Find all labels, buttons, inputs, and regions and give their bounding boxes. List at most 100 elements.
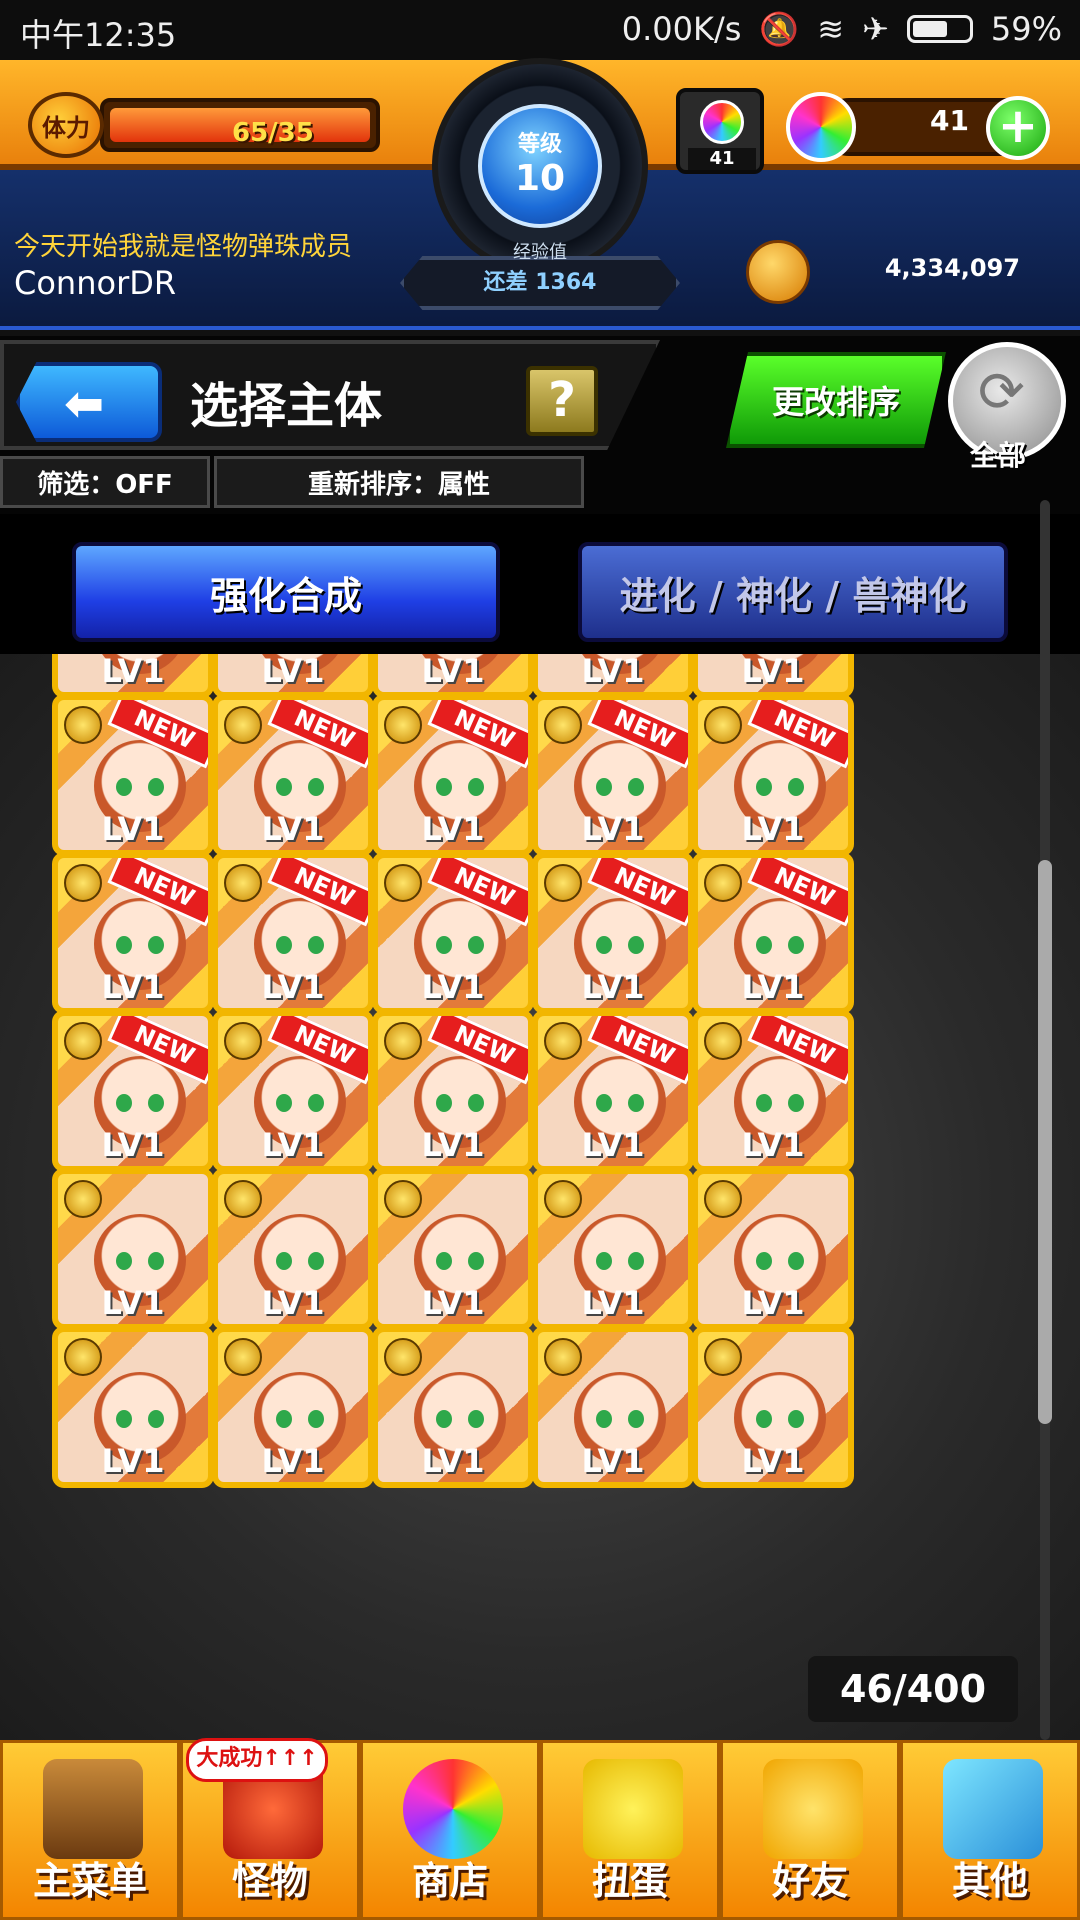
great-success-badge: 大成功↑↑↑ — [186, 1738, 328, 1782]
monster-card[interactable]: LV1 — [212, 1168, 374, 1330]
monster-card[interactable]: NEW LV1 — [532, 694, 694, 856]
nav-gacha[interactable]: 扭蛋 — [540, 1740, 720, 1920]
status-right: 0.00K/s 🔕 ≋ ✈ 59% — [622, 10, 1062, 48]
monster-level: LV1 — [741, 1284, 805, 1322]
monster-card[interactable]: NEW LV1 — [212, 852, 374, 1014]
help-button[interactable]: ? — [526, 366, 598, 436]
portrait-eye — [436, 1094, 452, 1112]
attribute-medal-icon — [704, 1022, 742, 1060]
portrait-eye — [628, 1094, 644, 1112]
portrait-eye — [116, 778, 132, 796]
portrait-eye — [116, 1410, 132, 1428]
monster-card[interactable]: LV1 — [52, 1168, 214, 1330]
filter-row: 筛选：OFF 重新排序：属性 — [0, 456, 600, 508]
refresh-icon: ⟳ — [978, 360, 1025, 425]
monster-card[interactable]: NEW LV1 — [52, 1010, 214, 1172]
orb-icon — [700, 100, 744, 144]
portrait-eye — [276, 936, 292, 954]
diamond-icon — [943, 1759, 1043, 1859]
status-bar: 中午12:35 0.00K/s 🔕 ≋ ✈ 59% — [0, 0, 1080, 60]
nav-main-menu[interactable]: 主菜单 — [0, 1740, 180, 1920]
monster-level: LV1 — [101, 810, 165, 848]
monster-card[interactable]: NEW LV1 — [692, 852, 854, 1014]
page-title: 选择主体 — [190, 378, 383, 434]
buy-orbs-button[interactable]: + — [986, 96, 1050, 160]
attribute-medal-icon — [224, 1180, 262, 1218]
monster-card[interactable]: NEW LV1 — [532, 1010, 694, 1172]
monster-level: LV1 — [581, 968, 645, 1006]
monster-card[interactable]: LV1 — [692, 1326, 854, 1488]
attribute-medal-icon — [64, 1338, 102, 1376]
monster-card[interactable]: NEW LV1 — [52, 852, 214, 1014]
status-time: 中午12:35 — [20, 16, 177, 54]
portrait-eye — [756, 778, 772, 796]
monster-card[interactable]: LV1 — [212, 654, 374, 698]
grid-scrollbar-thumb[interactable] — [1038, 860, 1052, 1424]
monster-card[interactable]: LV1 — [52, 1326, 214, 1488]
change-sort-button[interactable]: 更改排序 — [726, 352, 946, 448]
nav-friends[interactable]: 好友 — [720, 1740, 900, 1920]
monster-card[interactable]: LV1 — [212, 1326, 374, 1488]
monster-card[interactable]: LV1 — [52, 654, 214, 698]
monster-level: LV1 — [581, 1126, 645, 1164]
monster-card[interactable]: LV1 — [372, 1326, 534, 1488]
attribute-medal-icon — [384, 706, 422, 744]
portrait-eye — [628, 936, 644, 954]
monster-card[interactable]: NEW LV1 — [692, 1010, 854, 1172]
monster-card[interactable]: NEW LV1 — [372, 852, 534, 1014]
portrait-eye — [468, 936, 484, 954]
nav-shop[interactable]: 商店 — [360, 1740, 540, 1920]
attribute-medal-icon — [384, 1022, 422, 1060]
monster-level: LV1 — [581, 1442, 645, 1480]
attribute-medal-icon — [64, 1180, 102, 1218]
attribute-medal-icon — [224, 864, 262, 902]
portrait-eye — [436, 936, 452, 954]
monster-card[interactable]: NEW LV1 — [212, 1010, 374, 1172]
portrait-eye — [756, 1410, 772, 1428]
portrait-eye — [276, 778, 292, 796]
monster-card[interactable]: NEW LV1 — [532, 852, 694, 1014]
portrait-eye — [596, 936, 612, 954]
portrait-eye — [276, 1410, 292, 1428]
sort-info[interactable]: 重新排序：属性 — [214, 456, 584, 508]
monster-grid[interactable]: LV1 LV1 LV1 LV1 LV1 NEW LV1 NEW LV1 NEW LV1 NEW LV1 N… — [0, 654, 1080, 1740]
monster-level: LV1 — [261, 654, 325, 690]
evolution-tab[interactable]: 进化 / 神化 / 兽神化 — [578, 542, 1008, 642]
monster-level: LV1 — [741, 810, 805, 848]
monster-level: LV1 — [581, 810, 645, 848]
attribute-medal-icon — [704, 1338, 742, 1376]
monster-card[interactable]: NEW LV1 — [372, 1010, 534, 1172]
monster-card[interactable]: LV1 — [372, 1168, 534, 1330]
orb-storage-box[interactable]: 41 — [676, 88, 764, 174]
power-up-fusion-tab[interactable]: 强化合成 — [72, 542, 500, 642]
monster-card[interactable]: LV1 — [372, 654, 534, 698]
monster-card[interactable]: LV1 — [532, 654, 694, 698]
monster-card[interactable]: LV1 — [532, 1326, 694, 1488]
nav-other[interactable]: 其他 — [900, 1740, 1080, 1920]
monster-card[interactable]: NEW LV1 — [52, 694, 214, 856]
portrait-eye — [116, 936, 132, 954]
attribute-medal-icon — [544, 1022, 582, 1060]
attribute-medal-icon — [704, 706, 742, 744]
monster-card[interactable]: LV1 — [692, 654, 854, 698]
monster-level: LV1 — [421, 1126, 485, 1164]
level-badge[interactable]: 等级 10 — [478, 104, 602, 228]
monster-level: LV1 — [581, 1284, 645, 1322]
monster-level: LV1 — [421, 810, 485, 848]
portrait-eye — [436, 778, 452, 796]
monster-card[interactable]: LV1 — [692, 1168, 854, 1330]
attribute-medal-icon — [544, 864, 582, 902]
exp-remaining: 还差 1364 — [483, 270, 597, 295]
filter-toggle[interactable]: 筛选：OFF — [0, 456, 210, 508]
attribute-medal-icon — [224, 1022, 262, 1060]
monster-card[interactable]: NEW LV1 — [372, 694, 534, 856]
monster-card[interactable]: NEW LV1 — [692, 694, 854, 856]
level-label: 等级 — [517, 132, 562, 157]
portrait-eye — [596, 1252, 612, 1270]
monster-card[interactable]: NEW LV1 — [212, 694, 374, 856]
stamina-text: 65/35 — [232, 118, 314, 148]
coin-count: 4,334,097 — [884, 254, 1020, 282]
airplane-icon: ✈ — [862, 10, 889, 48]
portrait-eye — [596, 778, 612, 796]
monster-card[interactable]: LV1 — [532, 1168, 694, 1330]
